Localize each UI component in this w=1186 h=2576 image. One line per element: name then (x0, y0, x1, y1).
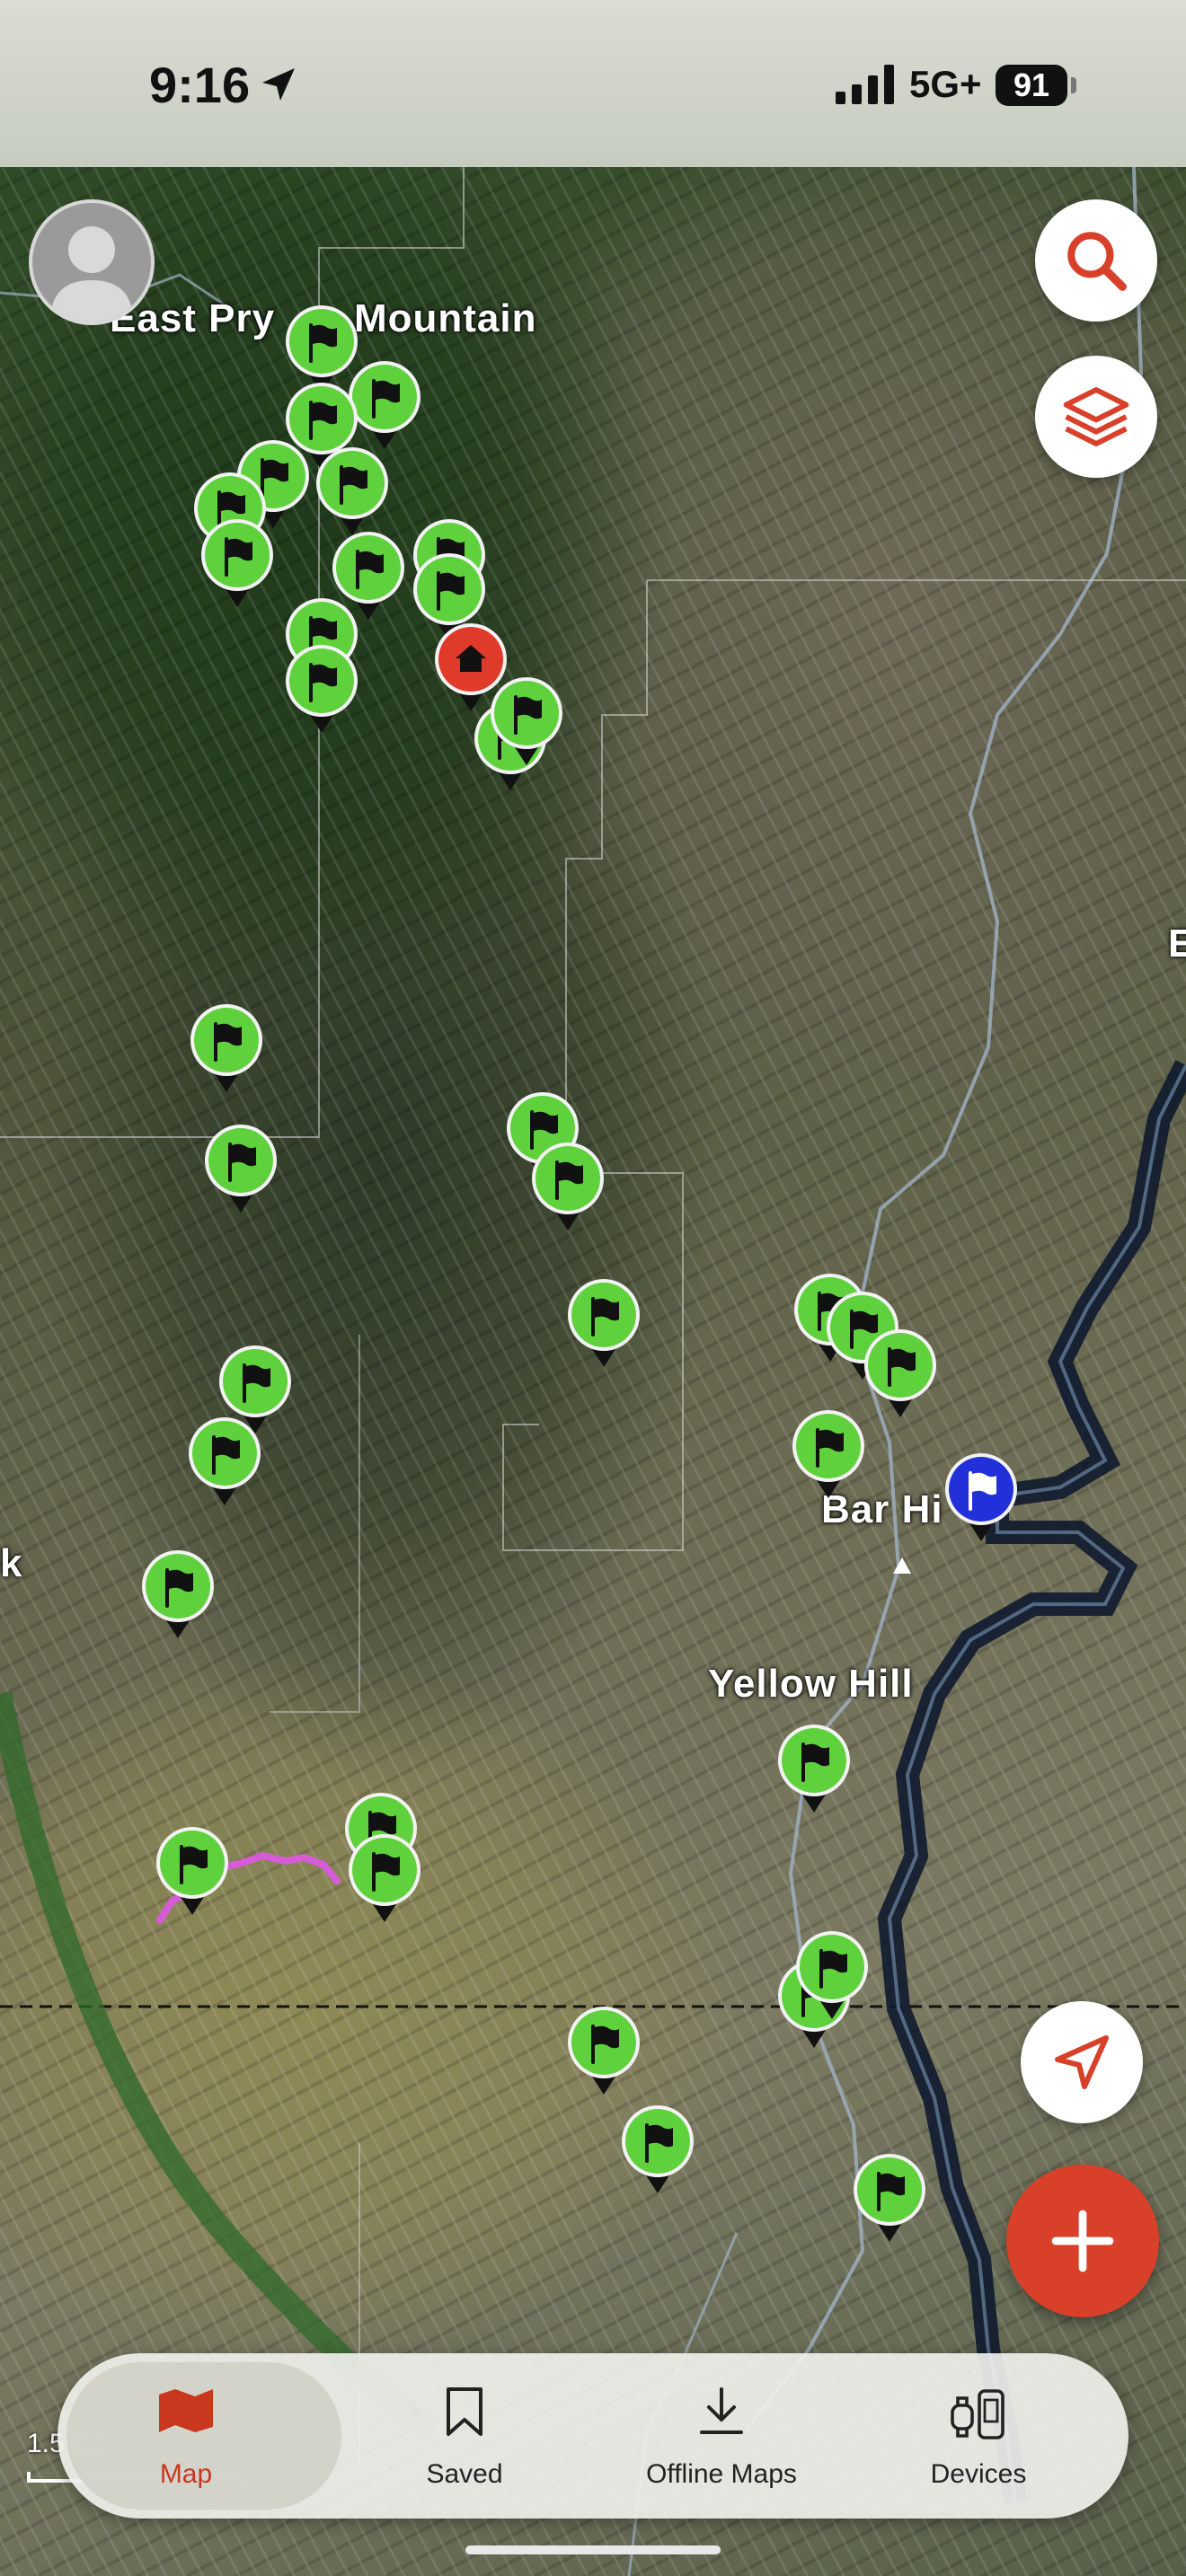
navigation-arrow-icon (1055, 2035, 1109, 2089)
map-icon (159, 2389, 213, 2432)
waypoint-pin[interactable] (790, 1408, 867, 1502)
tab-devices[interactable]: Devices (850, 2353, 1107, 2519)
place-label-edge: E (1168, 922, 1186, 966)
waypoint-pin[interactable] (188, 1002, 265, 1096)
waypoint-pin[interactable] (202, 1123, 279, 1216)
plus-icon (1051, 2210, 1114, 2272)
waypoint-pin[interactable] (283, 643, 360, 737)
battery-nub (1071, 77, 1076, 93)
waypoint-pin[interactable] (186, 1416, 263, 1509)
search-button[interactable] (1035, 199, 1157, 322)
place-label-mountain: Mountain (354, 296, 537, 340)
waypoint-pin[interactable] (314, 446, 391, 539)
place-label-edge: k (0, 1541, 23, 1585)
peak-marker (893, 1557, 911, 1574)
waypoint-pin[interactable] (619, 2104, 696, 2197)
waypoint-pin[interactable] (775, 1723, 853, 1816)
tab-saved[interactable]: Saved (336, 2353, 593, 2519)
battery-level: 91 (996, 65, 1067, 106)
cellular-signal-icon (836, 65, 894, 104)
layers-button[interactable] (1035, 356, 1157, 478)
waypoint-pin[interactable] (529, 1141, 606, 1234)
waypoint-pin[interactable] (565, 1277, 642, 1371)
selected-waypoint-pin[interactable] (943, 1451, 1020, 1545)
tab-label: Devices (930, 2459, 1027, 2489)
waypoint-pin[interactable] (862, 1328, 939, 1421)
person-icon (50, 226, 133, 322)
waypoint-pin[interactable] (199, 517, 276, 611)
bottom-tab-bar: Map Saved Offline Maps Devices (58, 2353, 1128, 2519)
waypoint-pin[interactable] (154, 1825, 231, 1919)
tab-map[interactable]: Map (58, 2353, 341, 2519)
waypoint-pin[interactable] (488, 675, 565, 769)
layers-icon (1063, 387, 1129, 446)
devices-icon (951, 2389, 1005, 2439)
waypoint-pin[interactable] (346, 1832, 423, 1926)
place-label-yellow-hill: Yellow Hill (708, 1662, 914, 1706)
tab-label: Offline Maps (646, 2459, 797, 2489)
locate-me-button[interactable] (1021, 2001, 1143, 2123)
waypoint-pin[interactable] (565, 2005, 642, 2098)
search-icon (1067, 232, 1127, 291)
clock: 9:16 (149, 57, 251, 113)
location-arrow-icon (262, 68, 295, 101)
tab-label: Map (159, 2459, 213, 2489)
map-overlays (0, 167, 1186, 2576)
download-icon (700, 2387, 743, 2434)
network-type: 5G+ (909, 63, 982, 105)
home-indicator (465, 2545, 721, 2554)
add-waypoint-button[interactable] (1006, 2165, 1159, 2317)
status-bar: 9:16 5G+ 91 (0, 0, 1186, 167)
satellite-map[interactable]: East Pry Mountain Bar Hi Yellow Hill E k… (0, 167, 1186, 2576)
waypoint-pin[interactable] (851, 2152, 928, 2245)
tab-offline-maps[interactable]: Offline Maps (593, 2353, 850, 2519)
tab-label: Saved (426, 2459, 503, 2489)
waypoint-pin[interactable] (139, 1548, 217, 1642)
waypoint-pin[interactable] (793, 1929, 871, 2023)
profile-avatar[interactable] (29, 199, 155, 325)
bookmark-icon (447, 2387, 482, 2436)
